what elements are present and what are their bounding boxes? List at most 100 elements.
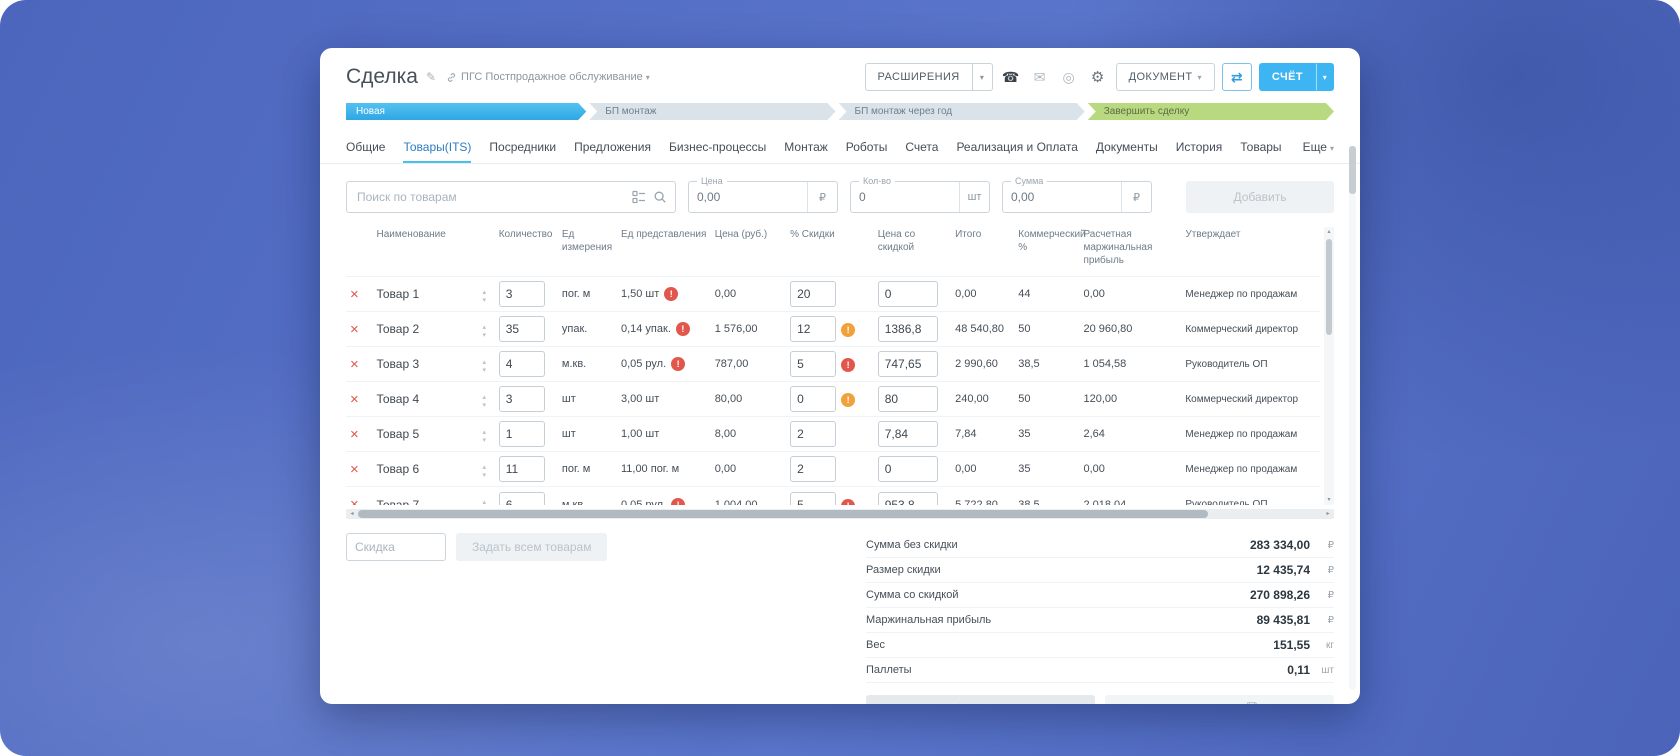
move-down-icon[interactable]: ▾ [482,402,486,409]
discount-all-input[interactable] [346,533,446,561]
discounted-price-input[interactable] [877,351,938,378]
edit-title-icon[interactable]: ✎ [426,70,436,84]
tab-invoices[interactable]: Счета [905,133,938,163]
stage-bp-installation[interactable]: БП монтаж [589,103,835,120]
sum-filter-input[interactable] [1003,182,1121,212]
move-down-icon[interactable]: ▾ [482,367,486,374]
stage-new[interactable]: Новая [346,103,586,120]
discount-input[interactable] [790,386,837,413]
tab-documents[interactable]: Документы [1096,133,1158,163]
tab-business-processes[interactable]: Бизнес-процессы [669,133,766,163]
quantity-input[interactable] [498,491,545,505]
deal-category-link[interactable]: ПГС Постпродажное обслуживание [461,71,643,83]
search-icon[interactable] [653,190,667,204]
col-discount-percent: % Скидки [790,229,835,240]
quantity-filter-input[interactable] [851,182,959,212]
extensions-dropdown-button[interactable]: ▾ [972,63,993,91]
sync-button[interactable]: ⇄ [1221,63,1252,91]
move-up-icon[interactable]: ▴ [482,464,486,471]
messenger-icon[interactable]: ◎ [1058,65,1080,89]
tab-realization-payment[interactable]: Реализация и Оплата [956,133,1077,163]
delete-row-icon[interactable]: × [350,286,359,303]
product-name-link[interactable]: Товар 1 [376,287,419,301]
delete-row-icon[interactable]: × [350,496,359,505]
discount-input[interactable] [790,421,837,448]
quantity-input[interactable] [498,456,545,483]
mail-icon[interactable]: ✉ [1029,65,1051,89]
scroll-down-icon[interactable]: ▾ [1327,495,1330,505]
quantity-input[interactable] [498,281,545,308]
product-name-link[interactable]: Товар 5 [376,427,419,441]
add-product-button[interactable]: Добавить [1186,181,1334,213]
product-name-link[interactable]: Товар 7 [376,498,419,505]
move-down-icon[interactable]: ▾ [482,472,486,479]
extensions-button[interactable]: РАСШИРЕНИЯ [864,63,973,91]
phone-icon[interactable]: ☎ [1000,65,1022,89]
discounted-price-input[interactable] [877,491,938,505]
discounted-price-input[interactable] [877,316,938,343]
delete-row-icon[interactable]: × [350,356,359,373]
chevron-down-icon[interactable]: ▾ [646,73,650,82]
discounted-price-input[interactable] [877,456,938,483]
catalog-icon[interactable] [632,190,646,204]
tabs-more-button[interactable]: Еще ▾ [1303,133,1334,163]
scroll-up-icon[interactable]: ▴ [1327,227,1330,237]
delete-row-icon[interactable]: × [350,321,359,338]
product-name-link[interactable]: Товар 2 [376,322,419,336]
product-search-input[interactable] [357,190,625,204]
move-up-icon[interactable]: ▴ [482,359,486,366]
discount-input[interactable] [790,456,837,483]
discounted-price-input[interactable] [877,386,938,413]
tab-products-its[interactable]: Товары(ITS) [403,133,472,163]
scrollbar-thumb[interactable] [1326,239,1332,335]
save-button[interactable]: Сохранить [1105,695,1334,704]
tab-general[interactable]: Общие [346,133,385,163]
scrollbar-thumb[interactable] [1349,146,1356,194]
invoice-dropdown-button[interactable]: ▾ [1316,63,1334,91]
product-name-link[interactable]: Товар 6 [376,462,419,476]
tab-intermediaries[interactable]: Посредники [489,133,556,163]
tab-installation[interactable]: Монтаж [784,133,828,163]
discount-input[interactable] [790,351,837,378]
tab-history[interactable]: История [1176,133,1223,163]
move-up-icon[interactable]: ▴ [482,289,486,296]
tab-offers[interactable]: Предложения [574,133,651,163]
quantity-input[interactable] [498,421,545,448]
stage-bp-installation-year[interactable]: БП монтаж через год [839,103,1085,120]
document-button[interactable]: ДОКУМЕНТ ▾ [1115,63,1215,91]
tab-robots[interactable]: Роботы [846,133,888,163]
discounted-price-input[interactable] [877,421,938,448]
move-up-icon[interactable]: ▴ [482,394,486,401]
delete-row-icon[interactable]: × [350,461,359,478]
move-up-icon[interactable]: ▴ [482,429,486,436]
move-down-icon[interactable]: ▾ [482,332,486,339]
move-up-icon[interactable]: ▴ [482,324,486,331]
delete-row-icon[interactable]: × [350,391,359,408]
scroll-left-icon[interactable]: ◂ [346,509,358,519]
price-filter-input[interactable] [689,182,807,212]
delete-row-icon[interactable]: × [350,426,359,443]
settings-gear-icon[interactable]: ⚙ [1087,65,1109,89]
move-up-icon[interactable]: ▴ [482,499,486,505]
invoice-button[interactable]: СЧЁТ [1258,63,1316,91]
scrollbar-thumb[interactable] [358,510,1208,518]
discount-input[interactable] [790,491,837,505]
quantity-input[interactable] [498,316,545,343]
scroll-right-icon[interactable]: ▸ [1322,509,1334,519]
move-down-icon[interactable]: ▾ [482,297,486,304]
discount-input[interactable] [790,281,837,308]
discount-input[interactable] [790,316,837,343]
quantity-input[interactable] [498,386,545,413]
discounted-price-input[interactable] [877,281,938,308]
update-button[interactable]: Обновить ⟳ [866,695,1095,704]
product-name-link[interactable]: Товар 4 [376,392,419,406]
table-vertical-scrollbar[interactable]: ▴ ▾ [1324,227,1334,505]
product-name-link[interactable]: Товар 3 [376,357,419,371]
apply-discount-all-button[interactable]: Задать всем товарам [456,533,608,561]
horizontal-scrollbar[interactable]: ◂ ▸ [346,509,1334,519]
move-down-icon[interactable]: ▾ [482,437,486,444]
tab-products[interactable]: Товары [1240,133,1281,163]
stage-close-deal[interactable]: Завершить сделку [1088,103,1334,120]
page-vertical-scrollbar[interactable] [1349,146,1356,690]
quantity-input[interactable] [498,351,545,378]
